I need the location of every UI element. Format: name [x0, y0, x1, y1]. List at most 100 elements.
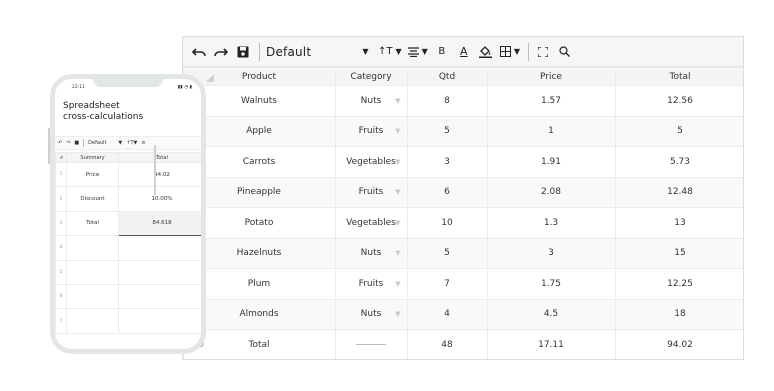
- align-button[interactable]: ▼: [407, 41, 428, 63]
- category-cell[interactable]: Fruits ▼: [334, 115, 408, 147]
- category-cell[interactable]: Fruits ▼: [334, 268, 408, 300]
- category-value: Fruits: [358, 126, 384, 137]
- chevron-down-icon[interactable]: ▼: [395, 249, 400, 257]
- summary-cell[interactable]: [66, 308, 119, 334]
- price-cell[interactable]: 1.3: [486, 207, 616, 239]
- fill-color-button[interactable]: [478, 41, 494, 63]
- total-cell[interactable]: 12.48: [614, 176, 743, 208]
- qty-cell[interactable]: 10: [406, 207, 488, 239]
- undo-icon[interactable]: [191, 41, 207, 63]
- save-icon[interactable]: ■: [74, 140, 79, 146]
- fullscreen-button[interactable]: [535, 41, 551, 63]
- price-cell[interactable]: 1.57: [486, 85, 616, 117]
- table-row: 6: [55, 283, 201, 310]
- category-cell[interactable]: Vegetables ▼: [334, 207, 408, 239]
- undo-icon[interactable]: ↶: [58, 140, 62, 146]
- column-header[interactable]: Summary: [66, 152, 119, 163]
- price-cell[interactable]: 1: [486, 115, 616, 147]
- row-number: 3: [55, 210, 67, 237]
- category-cell[interactable]: Nuts ▼: [334, 298, 408, 330]
- total-cell[interactable]: 5: [614, 115, 743, 147]
- qty-cell[interactable]: 3: [406, 146, 488, 178]
- price-cell[interactable]: 2.08: [486, 176, 616, 208]
- total-cell[interactable]: 15: [614, 237, 743, 269]
- column-header[interactable]: Category: [334, 67, 408, 86]
- font-size-button[interactable]: ↑T ▼: [378, 41, 402, 63]
- summary-cell[interactable]: [66, 283, 119, 310]
- value-cell[interactable]: [118, 308, 201, 334]
- table-row: 3 Total 84.618: [55, 210, 201, 237]
- font-family-dropdown-caret[interactable]: ▼: [356, 41, 372, 63]
- price-cell[interactable]: 1.91: [486, 146, 616, 178]
- summary-cell[interactable]: [66, 259, 119, 285]
- summary-cell[interactable]: [66, 235, 119, 261]
- scrollbar-handle[interactable]: [154, 145, 156, 195]
- total-cell[interactable]: 13: [614, 207, 743, 239]
- save-icon[interactable]: [235, 41, 251, 63]
- phone-screen: 22:11 ▮▮ ◔ ▮ Spreadsheet cross-calculati…: [55, 79, 201, 349]
- table-row: Plum Fruits ▼ 7 1.75 12.25: [183, 268, 743, 300]
- grand-total-cell[interactable]: 94.02: [614, 329, 743, 359]
- qty-cell[interactable]: 7: [406, 268, 488, 300]
- mini-toolbar: ↶ ↷ ■ Default ▼ ↑T▼ ≡: [55, 136, 201, 150]
- total-cell[interactable]: 18: [614, 298, 743, 330]
- corner-cell[interactable]: ◢: [55, 152, 67, 163]
- total-cell[interactable]: 5.73: [614, 146, 743, 178]
- value-cell[interactable]: [118, 259, 201, 285]
- font-family-select[interactable]: Default: [266, 41, 348, 63]
- total-cell[interactable]: 12.25: [614, 268, 743, 300]
- total-qty-cell[interactable]: 48: [406, 329, 488, 359]
- font-family-select[interactable]: Default: [88, 140, 106, 146]
- column-header[interactable]: Total: [118, 152, 201, 163]
- category-cell[interactable]: Vegetables ▼: [334, 146, 408, 178]
- selected-value-cell[interactable]: 84.618: [118, 210, 201, 237]
- summary-cell[interactable]: Discount: [66, 186, 119, 212]
- font-size-icon[interactable]: ↑T▼: [126, 140, 137, 146]
- bold-button[interactable]: B: [434, 41, 450, 63]
- value-cell[interactable]: 10.00%: [118, 186, 201, 212]
- chevron-down-icon[interactable]: ▼: [395, 219, 400, 227]
- page-title: Spreadsheet cross-calculations: [63, 101, 193, 123]
- phone-side-button: [48, 128, 50, 164]
- category-cell[interactable]: Nuts ▼: [334, 237, 408, 269]
- mini-spreadsheet-grid: ◢ Summary Total 1 Price 94.02 2 Discount…: [55, 152, 201, 334]
- chevron-down-icon[interactable]: ▼: [395, 158, 400, 166]
- column-header[interactable]: Qtd: [406, 67, 488, 86]
- chevron-down-icon[interactable]: ▼: [395, 310, 400, 318]
- qty-cell[interactable]: 8: [406, 85, 488, 117]
- search-button[interactable]: [557, 41, 573, 63]
- redo-icon[interactable]: [213, 41, 229, 63]
- total-category-cell[interactable]: [334, 329, 408, 359]
- value-cell[interactable]: [118, 283, 201, 310]
- column-header[interactable]: Price: [486, 67, 616, 86]
- chevron-down-icon[interactable]: ▼: [395, 97, 400, 105]
- chevron-down-icon[interactable]: ▼: [395, 188, 400, 196]
- total-cell[interactable]: 12.56: [614, 85, 743, 117]
- value-cell[interactable]: 94.02: [118, 161, 201, 188]
- align-icon[interactable]: ≡: [141, 140, 145, 146]
- qty-cell[interactable]: 6: [406, 176, 488, 208]
- value-cell[interactable]: [118, 235, 201, 261]
- category-cell[interactable]: Nuts ▼: [334, 85, 408, 117]
- price-cell[interactable]: 3: [486, 237, 616, 269]
- summary-cell[interactable]: Total: [66, 210, 119, 237]
- price-cell[interactable]: 4.5: [486, 298, 616, 330]
- price-cell[interactable]: 1.75: [486, 268, 616, 300]
- text-color-button[interactable]: A: [456, 41, 472, 63]
- table-row: 4: [55, 235, 201, 261]
- redo-icon[interactable]: ↷: [66, 140, 70, 146]
- summary-cell[interactable]: Price: [66, 161, 119, 188]
- title-line-1: Spreadsheet: [63, 101, 120, 111]
- chevron-down-icon[interactable]: ▼: [118, 140, 122, 146]
- row-number: 4: [55, 235, 67, 261]
- qty-cell[interactable]: 5: [406, 115, 488, 147]
- total-price-cell[interactable]: 17.11: [486, 329, 616, 359]
- borders-button[interactable]: ▼: [499, 41, 520, 63]
- category-cell[interactable]: Fruits ▼: [334, 176, 408, 208]
- column-header[interactable]: Total: [614, 67, 743, 86]
- qty-cell[interactable]: 5: [406, 237, 488, 269]
- select-all-corner[interactable]: [206, 74, 214, 82]
- chevron-down-icon[interactable]: ▼: [395, 127, 400, 135]
- qty-cell[interactable]: 4: [406, 298, 488, 330]
- chevron-down-icon[interactable]: ▼: [395, 280, 400, 288]
